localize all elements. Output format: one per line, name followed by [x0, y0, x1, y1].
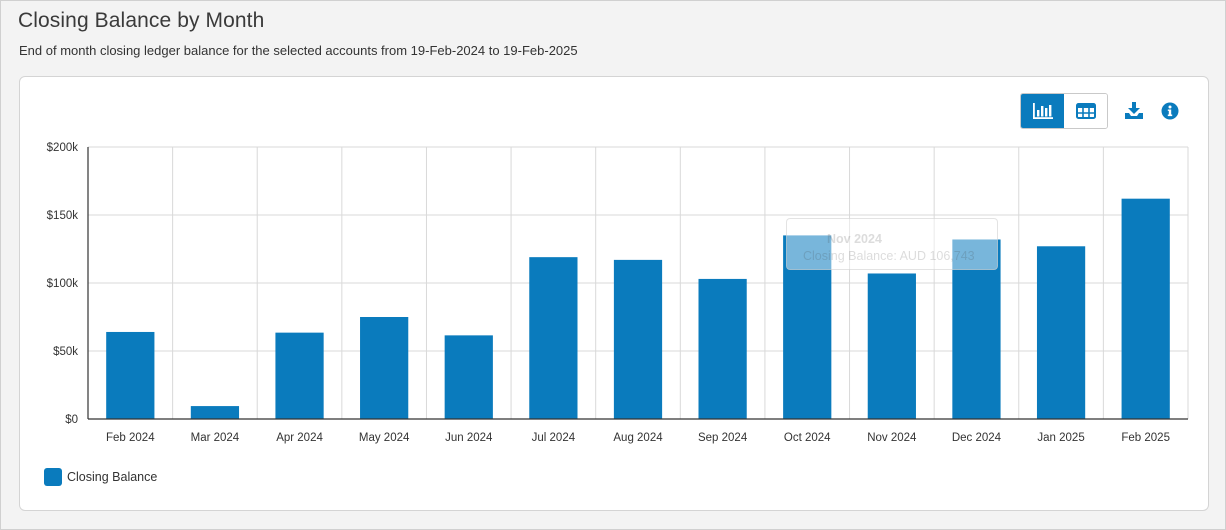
y-tick-label: $50k [53, 346, 78, 358]
bar[interactable] [444, 335, 493, 419]
legend-item-closing-balance[interactable]: Closing Balance [44, 468, 157, 486]
x-tick-label: Apr 2024 [276, 432, 323, 444]
bar[interactable] [190, 406, 240, 419]
x-tick-label: Feb 2024 [106, 432, 155, 444]
x-tick-label: May 2024 [359, 432, 410, 444]
x-tick-label: Feb 2025 [1121, 432, 1170, 444]
bar[interactable] [1121, 198, 1170, 419]
bar[interactable] [698, 278, 747, 419]
bar[interactable] [360, 317, 409, 419]
x-tick-label: Sep 2024 [698, 432, 748, 444]
page-title: Closing Balance by Month [18, 9, 265, 32]
x-tick-label: Aug 2024 [613, 432, 663, 444]
bar[interactable] [1036, 246, 1086, 419]
x-tick-label: Jun 2024 [445, 432, 493, 444]
bar[interactable] [867, 273, 916, 419]
legend-swatch [44, 468, 62, 486]
bar[interactable] [529, 257, 578, 419]
x-tick-label: Jul 2024 [532, 432, 576, 444]
x-tick-label: Mar 2024 [191, 432, 240, 444]
widget-frame: Closing Balance by Month End of month cl… [0, 0, 1226, 530]
bar-chart: $0 $50k $100k $150k $200k Feb 2024 Mar 2024 Apr… [47, 142, 1189, 444]
y-tick-label: $100k [47, 278, 79, 290]
bar[interactable] [783, 235, 832, 419]
bar[interactable] [275, 332, 324, 419]
x-tick-label: Nov 2024 [867, 432, 917, 444]
bar[interactable] [613, 259, 663, 419]
page-subtitle: End of month closing ledger balance for … [19, 43, 578, 58]
legend-label: Closing Balance [67, 470, 158, 484]
y-tick-label: $150k [47, 210, 79, 222]
x-tick-label: Jan 2025 [1037, 432, 1084, 444]
x-tick-label: Oct 2024 [784, 432, 831, 444]
y-tick-label: $0 [65, 414, 78, 426]
bar[interactable] [106, 331, 155, 419]
y-tick-label: $200k [47, 142, 79, 154]
x-tick-label: Dec 2024 [952, 432, 1002, 444]
chart-card: $0 $50k $100k $150k $200k Feb 2024 Mar 2024 Apr… [19, 76, 1209, 511]
bar[interactable] [952, 239, 1001, 419]
